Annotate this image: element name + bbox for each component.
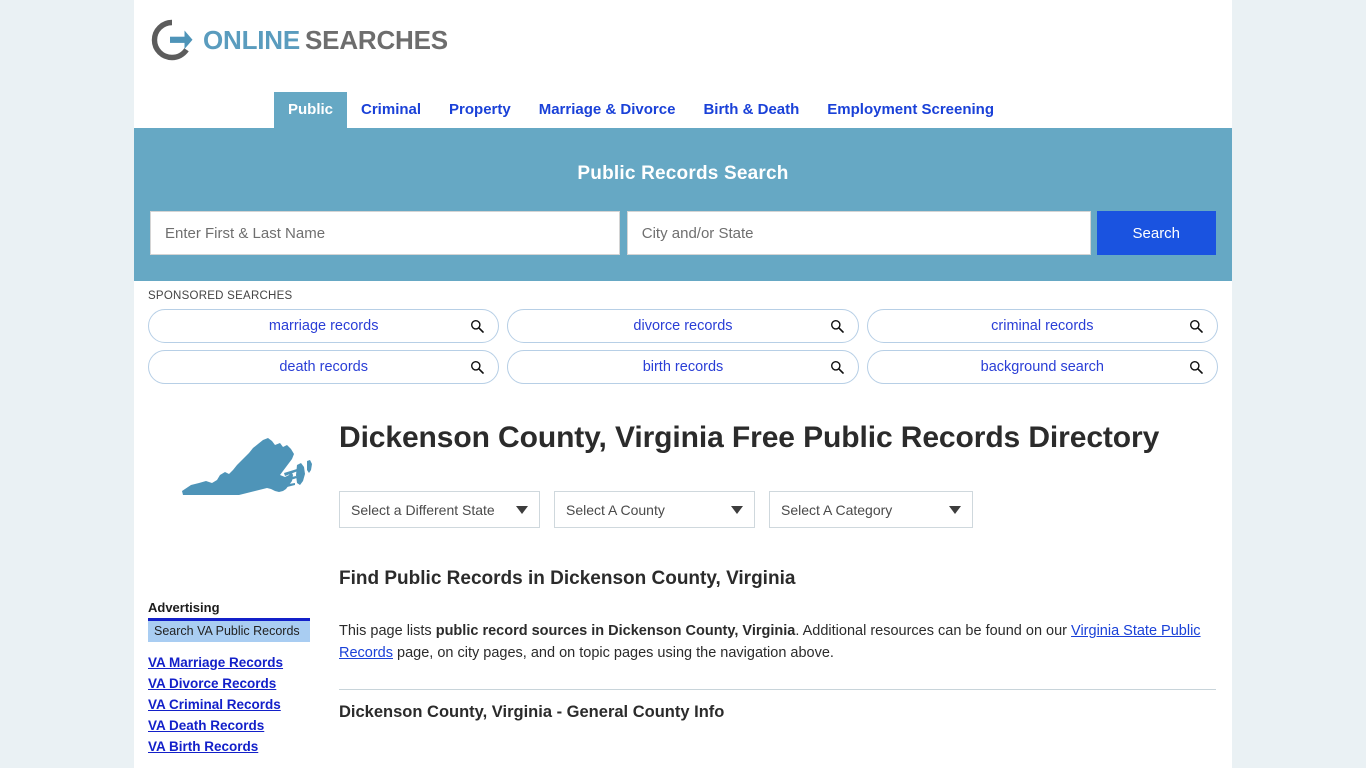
chevron-down-icon xyxy=(949,505,961,514)
sponsored-pill-marriage-records[interactable]: marriage records xyxy=(148,309,500,343)
ad-link-va-birth-records[interactable]: VA Birth Records xyxy=(148,737,310,758)
circle-arrow-logo-icon xyxy=(150,18,194,62)
chevron-down-icon xyxy=(516,505,528,514)
intro-paragraph: This page lists public record sources in… xyxy=(339,620,1216,664)
chevron-down-icon xyxy=(731,505,743,514)
category-select[interactable]: Select A Category xyxy=(769,491,973,528)
state-select[interactable]: Select a Different State xyxy=(339,491,540,528)
nav-tab-birth-death[interactable]: Birth & Death xyxy=(689,92,813,128)
nav-tab-property[interactable]: Property xyxy=(435,92,525,128)
sponsored-pill-label: birth records xyxy=(642,359,724,375)
sponsored-pill-divorce-records[interactable]: divorce records xyxy=(507,309,859,343)
sponsored-pill-label: divorce records xyxy=(633,318,733,334)
sponsored-pill-death-records[interactable]: death records xyxy=(148,350,500,384)
state-select-label: Select a Different State xyxy=(351,501,495,518)
intro-text-3: page, on city pages, and on topic pages … xyxy=(393,645,834,661)
section-divider xyxy=(339,689,1216,690)
search-band-title: Public Records Search xyxy=(577,163,789,184)
magnifier-icon xyxy=(470,319,485,333)
ad-header-search-va-public-records[interactable]: Search VA Public Records xyxy=(148,618,310,642)
logo-wordmark: ONLINE SEARCHES xyxy=(203,18,448,62)
advertising-link-list: VA Marriage Records VA Divorce Records V… xyxy=(148,653,310,758)
category-select-label: Select A Category xyxy=(781,501,893,518)
magnifier-icon xyxy=(1189,319,1203,333)
public-records-search-band: Public Records Search Search xyxy=(134,128,1232,281)
main-navigation: Public Criminal Property Marriage & Divo… xyxy=(134,84,1232,128)
intro-bold-1: public record sources in Dickenson Count… xyxy=(435,623,796,639)
sponsored-searches-section: SPONSORED SEARCHES marriage records divo… xyxy=(134,281,1232,399)
page-root: ONLINE SEARCHES Public Criminal Property … xyxy=(0,0,1366,768)
ad-link-va-death-records[interactable]: VA Death Records xyxy=(148,716,310,737)
site-header: ONLINE SEARCHES xyxy=(134,0,1232,84)
content-container: ONLINE SEARCHES Public Criminal Property … xyxy=(134,0,1232,768)
nav-tab-criminal[interactable]: Criminal xyxy=(347,92,435,128)
sponsored-pill-background-search[interactable]: background search xyxy=(866,350,1218,384)
section-heading: Find Public Records in Dickenson County,… xyxy=(339,568,796,589)
sponsored-pill-criminal-records[interactable]: criminal records xyxy=(866,309,1218,343)
magnifier-icon xyxy=(470,360,485,374)
magnifier-icon xyxy=(1189,360,1203,374)
intro-text-1: This page lists xyxy=(339,623,436,639)
county-select[interactable]: Select A County xyxy=(554,491,755,528)
page-title: Dickenson County, Virginia Free Public R… xyxy=(339,421,1160,454)
advertising-label: Advertising xyxy=(148,600,220,615)
sponsored-pill-birth-records[interactable]: birth records xyxy=(507,350,859,384)
directory-selectors: Select a Different State Select A County… xyxy=(339,491,1216,528)
sponsored-pill-label: marriage records xyxy=(268,318,379,334)
sponsored-pill-row-1: marriage records divorce records crimina… xyxy=(148,309,1218,343)
county-select-label: Select A County xyxy=(566,501,665,518)
site-logo[interactable]: ONLINE SEARCHES xyxy=(150,18,448,62)
intro-text-2: . Additional resources can be found on o… xyxy=(795,623,1072,639)
ad-link-va-criminal-records[interactable]: VA Criminal Records xyxy=(148,695,310,716)
sponsored-pill-label: criminal records xyxy=(991,318,1094,334)
sponsored-pill-label: death records xyxy=(279,359,368,375)
magnifier-icon xyxy=(830,319,844,333)
nav-tab-employment-screening[interactable]: Employment Screening xyxy=(813,92,1008,128)
magnifier-icon xyxy=(830,360,844,374)
logo-text-searches: SEARCHES xyxy=(305,25,448,55)
nav-tab-public[interactable]: Public xyxy=(274,92,348,128)
sponsored-pill-row-2: death records birth records background s… xyxy=(148,350,1218,384)
search-form: Search xyxy=(150,211,1216,255)
nav-tab-marriage-divorce[interactable]: Marriage & Divorce xyxy=(525,92,690,128)
logo-text-online: ONLINE xyxy=(203,25,301,55)
search-submit-button[interactable]: Search xyxy=(1096,211,1216,255)
advertising-sidebar: Advertising Search VA Public Records VA … xyxy=(148,600,310,758)
ad-link-va-marriage-records[interactable]: VA Marriage Records xyxy=(148,653,310,674)
name-search-input[interactable] xyxy=(150,211,620,255)
main-column: Dickenson County, Virginia Free Public R… xyxy=(339,411,1232,722)
sponsored-pill-label: background search xyxy=(980,359,1104,375)
ad-link-va-divorce-records[interactable]: VA Divorce Records xyxy=(148,674,310,695)
location-search-input[interactable] xyxy=(626,211,1091,255)
virginia-state-map-icon xyxy=(179,425,319,525)
sponsored-searches-label: SPONSORED SEARCHES xyxy=(148,290,293,302)
subsection-heading: Dickenson County, Virginia - General Cou… xyxy=(339,703,725,721)
